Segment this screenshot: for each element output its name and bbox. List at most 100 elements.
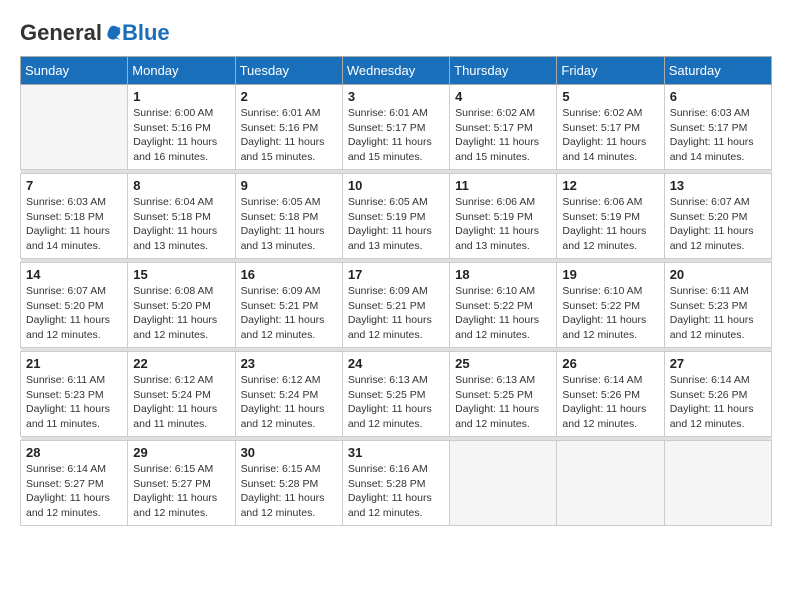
calendar-cell bbox=[450, 441, 557, 526]
calendar-cell bbox=[21, 85, 128, 170]
logo-general-text: General bbox=[20, 20, 102, 46]
weekday-header-saturday: Saturday bbox=[664, 57, 771, 85]
day-number: 15 bbox=[133, 267, 229, 282]
day-number: 14 bbox=[26, 267, 122, 282]
calendar-cell: 9 Sunrise: 6:05 AMSunset: 5:18 PMDaylight… bbox=[235, 174, 342, 259]
day-info: Sunrise: 6:10 AMSunset: 5:22 PMDaylight:… bbox=[455, 284, 551, 343]
calendar-cell bbox=[664, 441, 771, 526]
day-info: Sunrise: 6:01 AMSunset: 5:17 PMDaylight:… bbox=[348, 106, 444, 165]
day-info: Sunrise: 6:06 AMSunset: 5:19 PMDaylight:… bbox=[562, 195, 658, 254]
day-number: 12 bbox=[562, 178, 658, 193]
day-info: Sunrise: 6:03 AMSunset: 5:18 PMDaylight:… bbox=[26, 195, 122, 254]
day-number: 22 bbox=[133, 356, 229, 371]
calendar-cell: 23Sunrise: 6:12 AMSunset: 5:24 PMDayligh… bbox=[235, 352, 342, 437]
day-number: 10 bbox=[348, 178, 444, 193]
week-row-2: 7 Sunrise: 6:03 AMSunset: 5:18 PMDaylight… bbox=[21, 174, 772, 259]
day-info: Sunrise: 6:04 AMSunset: 5:18 PMDaylight:… bbox=[133, 195, 229, 254]
day-info: Sunrise: 6:05 AMSunset: 5:18 PMDaylight:… bbox=[241, 195, 337, 254]
day-number: 9 bbox=[241, 178, 337, 193]
calendar-cell: 12 Sunrise: 6:06 AMSunset: 5:19 PMDayligh… bbox=[557, 174, 664, 259]
weekday-header-tuesday: Tuesday bbox=[235, 57, 342, 85]
calendar-cell: 5Sunrise: 6:02 AMSunset: 5:17 PMDaylight… bbox=[557, 85, 664, 170]
week-row-1: 1 Sunrise: 6:00 AMSunset: 5:16 PMDaylight… bbox=[21, 85, 772, 170]
calendar-cell: 14Sunrise: 6:07 AMSunset: 5:20 PMDayligh… bbox=[21, 263, 128, 348]
week-row-4: 21 Sunrise: 6:11 AMSunset: 5:23 PMDayligh… bbox=[21, 352, 772, 437]
logo: General Blue bbox=[20, 20, 170, 46]
day-number: 18 bbox=[455, 267, 551, 282]
day-info: Sunrise: 6:16 AMSunset: 5:28 PMDaylight:… bbox=[348, 462, 444, 521]
calendar-cell: 27Sunrise: 6:14 AMSunset: 5:26 PMDayligh… bbox=[664, 352, 771, 437]
weekday-header-sunday: Sunday bbox=[21, 57, 128, 85]
day-number: 11 bbox=[455, 178, 551, 193]
day-number: 8 bbox=[133, 178, 229, 193]
calendar-cell: 17Sunrise: 6:09 AMSunset: 5:21 PMDayligh… bbox=[342, 263, 449, 348]
day-number: 28 bbox=[26, 445, 122, 460]
calendar-cell: 6 Sunrise: 6:03 AMSunset: 5:17 PMDaylight… bbox=[664, 85, 771, 170]
day-info: Sunrise: 6:02 AMSunset: 5:17 PMDaylight:… bbox=[455, 106, 551, 165]
day-info: Sunrise: 6:06 AMSunset: 5:19 PMDaylight:… bbox=[455, 195, 551, 254]
day-number: 16 bbox=[241, 267, 337, 282]
day-info: Sunrise: 6:05 AMSunset: 5:19 PMDaylight:… bbox=[348, 195, 444, 254]
day-number: 7 bbox=[26, 178, 122, 193]
calendar-cell: 30 Sunrise: 6:15 AMSunset: 5:28 PMDayligh… bbox=[235, 441, 342, 526]
calendar-cell: 21 Sunrise: 6:11 AMSunset: 5:23 PMDayligh… bbox=[21, 352, 128, 437]
calendar-cell: 15 Sunrise: 6:08 AMSunset: 5:20 PMDayligh… bbox=[128, 263, 235, 348]
week-row-3: 14Sunrise: 6:07 AMSunset: 5:20 PMDayligh… bbox=[21, 263, 772, 348]
day-number: 4 bbox=[455, 89, 551, 104]
day-info: Sunrise: 6:15 AMSunset: 5:28 PMDaylight:… bbox=[241, 462, 337, 521]
day-info: Sunrise: 6:09 AMSunset: 5:21 PMDaylight:… bbox=[241, 284, 337, 343]
weekday-header-monday: Monday bbox=[128, 57, 235, 85]
calendar-cell: 24 Sunrise: 6:13 AMSunset: 5:25 PMDayligh… bbox=[342, 352, 449, 437]
calendar-cell: 13 Sunrise: 6:07 AMSunset: 5:20 PMDayligh… bbox=[664, 174, 771, 259]
calendar-cell: 7 Sunrise: 6:03 AMSunset: 5:18 PMDaylight… bbox=[21, 174, 128, 259]
day-info: Sunrise: 6:10 AMSunset: 5:22 PMDaylight:… bbox=[562, 284, 658, 343]
calendar-table: SundayMondayTuesdayWednesdayThursdayFrid… bbox=[20, 56, 772, 526]
weekday-header-row: SundayMondayTuesdayWednesdayThursdayFrid… bbox=[21, 57, 772, 85]
day-number: 25 bbox=[455, 356, 551, 371]
calendar-cell bbox=[557, 441, 664, 526]
calendar-cell: 8 Sunrise: 6:04 AMSunset: 5:18 PMDaylight… bbox=[128, 174, 235, 259]
weekday-header-friday: Friday bbox=[557, 57, 664, 85]
day-info: Sunrise: 6:14 AMSunset: 5:27 PMDaylight:… bbox=[26, 462, 122, 521]
day-number: 17 bbox=[348, 267, 444, 282]
calendar-cell: 29Sunrise: 6:15 AMSunset: 5:27 PMDayligh… bbox=[128, 441, 235, 526]
day-info: Sunrise: 6:07 AMSunset: 5:20 PMDaylight:… bbox=[670, 195, 766, 254]
calendar-cell: 10 Sunrise: 6:05 AMSunset: 5:19 PMDayligh… bbox=[342, 174, 449, 259]
day-info: Sunrise: 6:00 AMSunset: 5:16 PMDaylight:… bbox=[133, 106, 229, 165]
day-number: 6 bbox=[670, 89, 766, 104]
calendar-cell: 3 Sunrise: 6:01 AMSunset: 5:17 PMDaylight… bbox=[342, 85, 449, 170]
day-info: Sunrise: 6:11 AMSunset: 5:23 PMDaylight:… bbox=[26, 373, 122, 432]
page-header: General Blue bbox=[20, 20, 772, 46]
day-number: 31 bbox=[348, 445, 444, 460]
calendar-cell: 18 Sunrise: 6:10 AMSunset: 5:22 PMDayligh… bbox=[450, 263, 557, 348]
day-info: Sunrise: 6:03 AMSunset: 5:17 PMDaylight:… bbox=[670, 106, 766, 165]
day-info: Sunrise: 6:14 AMSunset: 5:26 PMDaylight:… bbox=[562, 373, 658, 432]
day-info: Sunrise: 6:08 AMSunset: 5:20 PMDaylight:… bbox=[133, 284, 229, 343]
calendar-cell: 20Sunrise: 6:11 AMSunset: 5:23 PMDayligh… bbox=[664, 263, 771, 348]
calendar-cell: 2Sunrise: 6:01 AMSunset: 5:16 PMDaylight… bbox=[235, 85, 342, 170]
calendar-cell: 16 Sunrise: 6:09 AMSunset: 5:21 PMDayligh… bbox=[235, 263, 342, 348]
day-number: 2 bbox=[241, 89, 337, 104]
calendar-cell: 28 Sunrise: 6:14 AMSunset: 5:27 PMDayligh… bbox=[21, 441, 128, 526]
day-info: Sunrise: 6:12 AMSunset: 5:24 PMDaylight:… bbox=[133, 373, 229, 432]
calendar-cell: 22 Sunrise: 6:12 AMSunset: 5:24 PMDayligh… bbox=[128, 352, 235, 437]
day-number: 21 bbox=[26, 356, 122, 371]
day-number: 13 bbox=[670, 178, 766, 193]
day-number: 1 bbox=[133, 89, 229, 104]
day-info: Sunrise: 6:13 AMSunset: 5:25 PMDaylight:… bbox=[348, 373, 444, 432]
day-info: Sunrise: 6:02 AMSunset: 5:17 PMDaylight:… bbox=[562, 106, 658, 165]
week-row-5: 28 Sunrise: 6:14 AMSunset: 5:27 PMDayligh… bbox=[21, 441, 772, 526]
calendar-cell: 31 Sunrise: 6:16 AMSunset: 5:28 PMDayligh… bbox=[342, 441, 449, 526]
calendar-cell: 19 Sunrise: 6:10 AMSunset: 5:22 PMDayligh… bbox=[557, 263, 664, 348]
calendar-cell: 4 Sunrise: 6:02 AMSunset: 5:17 PMDaylight… bbox=[450, 85, 557, 170]
day-number: 3 bbox=[348, 89, 444, 104]
day-number: 29 bbox=[133, 445, 229, 460]
day-number: 19 bbox=[562, 267, 658, 282]
weekday-header-wednesday: Wednesday bbox=[342, 57, 449, 85]
day-number: 24 bbox=[348, 356, 444, 371]
day-number: 20 bbox=[670, 267, 766, 282]
day-info: Sunrise: 6:12 AMSunset: 5:24 PMDaylight:… bbox=[241, 373, 337, 432]
logo-bird-icon bbox=[104, 24, 122, 42]
calendar-cell: 26Sunrise: 6:14 AMSunset: 5:26 PMDayligh… bbox=[557, 352, 664, 437]
day-number: 30 bbox=[241, 445, 337, 460]
